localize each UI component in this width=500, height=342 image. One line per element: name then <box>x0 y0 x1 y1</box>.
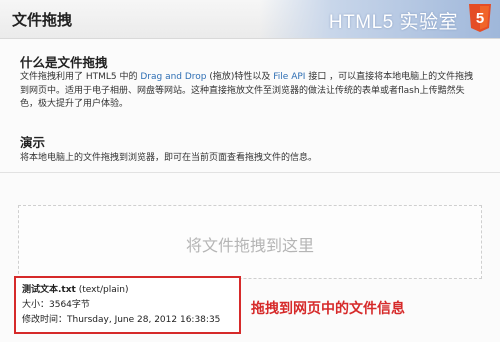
file-api-link[interactable]: File API <box>273 72 305 82</box>
file-modified-time: 修改时间：Thursday, June 28, 2012 16:38:35 <box>22 315 221 325</box>
file-size: 大小：3564字节 <box>22 300 90 310</box>
para-text-1: 文件拖拽利用了 HTML5 中的 <box>20 72 141 82</box>
html5-logo-number: 5 <box>476 10 484 27</box>
section-demo-paragraph: 将本地电脑上的文件拖拽到浏览器，即可在当前页面查看拖拽文件的信息。 <box>20 153 318 163</box>
callout-label: 拖拽到网页中的文件信息 <box>251 301 405 317</box>
file-drop-zone[interactable]: 将文件拖拽到这里 <box>18 205 482 279</box>
page-title: 文件拖拽 <box>12 11 73 29</box>
site-banner: HTML5 实验室 5 <box>260 0 500 38</box>
file-type: (text/plain) <box>75 285 129 295</box>
para-text-2: (拖放)特性以及 <box>206 72 274 82</box>
section-what-paragraph: 文件拖拽利用了 HTML5 中的 Drag and Drop (拖放)特性以及 … <box>20 71 482 112</box>
file-info-name-line: 测试文本.txt (text/plain) <box>22 282 128 295</box>
page-header: 文件拖拽 HTML5 实验室 5 <box>0 0 500 39</box>
drag-and-drop-link[interactable]: Drag and Drop <box>140 72 206 82</box>
section-heading-demo: 演示 <box>20 135 46 150</box>
section-heading-what: 什么是文件拖拽 <box>20 55 108 70</box>
site-banner-text: HTML5 实验室 <box>328 12 458 33</box>
file-info-panel: 测试文本.txt (text/plain) 大小：3564字节 修改时间：Thu… <box>14 276 241 334</box>
drop-zone-label: 将文件拖拽到这里 <box>185 236 314 255</box>
file-name: 测试文本.txt <box>22 285 76 295</box>
divider <box>0 172 500 173</box>
html5-logo-icon: 5 <box>469 4 491 32</box>
